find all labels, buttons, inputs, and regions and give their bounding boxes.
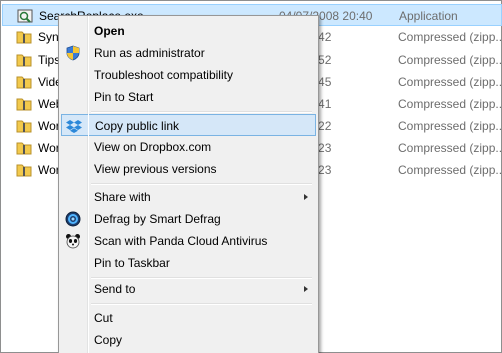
panda-icon <box>65 233 81 249</box>
file-type: Compressed (zipp... <box>398 163 502 177</box>
menu-separator <box>91 183 312 185</box>
uac-shield-icon <box>65 45 81 61</box>
dropbox-icon <box>66 118 82 134</box>
menu-item-copy-public-link[interactable]: Copy public link <box>61 114 316 136</box>
menu-item-copy[interactable]: Copy <box>61 329 316 351</box>
menu-separator <box>91 111 312 113</box>
file-type: Compressed (zipp... <box>398 119 502 133</box>
menu-item-open[interactable]: Open <box>61 20 316 42</box>
zip-folder-icon <box>16 96 32 112</box>
menu-item-label: Pin to Taskbar <box>94 256 170 270</box>
menu-item-label: Send to <box>94 282 136 296</box>
file-type: Compressed (zipp... <box>398 30 502 44</box>
context-menu: Open Run as administrator Troubleshoot c… <box>58 15 319 353</box>
file-type: Compressed (zipp... <box>398 53 502 67</box>
file-type: Application <box>399 9 458 23</box>
menu-item-pin-to-taskbar[interactable]: Pin to Taskbar <box>61 252 316 274</box>
menu-item-label: Run as administrator <box>94 46 205 60</box>
menu-item-defrag[interactable]: Defrag by Smart Defrag <box>61 208 316 230</box>
menu-item-label: Defrag by Smart Defrag <box>94 212 221 226</box>
zip-folder-icon <box>16 74 32 90</box>
zip-folder-icon <box>16 29 32 45</box>
menu-item-label: Share with <box>94 190 151 204</box>
smart-defrag-icon <box>65 211 81 227</box>
menu-item-run-as-admin[interactable]: Run as administrator <box>61 42 316 64</box>
file-type: Compressed (zipp... <box>398 141 502 155</box>
submenu-arrow-icon <box>304 194 308 200</box>
menu-item-view-on-dropbox[interactable]: View on Dropbox.com <box>61 136 316 158</box>
explorer-window: SearchReplace.exe 04/07/2008 20:40 Appli… <box>0 0 502 353</box>
menu-item-label: Scan with Panda Cloud Antivirus <box>94 234 268 248</box>
menu-item-label: Copy public link <box>95 119 180 133</box>
submenu-arrow-icon <box>304 286 308 292</box>
menu-item-label: Troubleshoot compatibility <box>94 68 233 82</box>
menu-item-label: View previous versions <box>94 162 217 176</box>
menu-item-scan-panda[interactable]: Scan with Panda Cloud Antivirus <box>61 230 316 252</box>
file-type: Compressed (zipp... <box>398 97 502 111</box>
menu-item-pin-to-start[interactable]: Pin to Start <box>61 86 316 108</box>
zip-folder-icon <box>16 162 32 178</box>
menu-item-label: View on Dropbox.com <box>94 140 212 154</box>
menu-separator <box>91 303 312 305</box>
menu-item-troubleshoot[interactable]: Troubleshoot compatibility <box>61 64 316 86</box>
zip-folder-icon <box>16 140 32 156</box>
menu-item-label: Open <box>94 24 125 38</box>
zip-folder-icon <box>16 52 32 68</box>
file-type: Compressed (zipp... <box>398 75 502 89</box>
menu-item-label: Cut <box>94 311 113 325</box>
zip-folder-icon <box>16 118 32 134</box>
menu-item-label: Pin to Start <box>94 90 154 104</box>
menu-item-share-with[interactable]: Share with <box>61 186 316 208</box>
menu-item-view-previous-versions[interactable]: View previous versions <box>61 158 316 180</box>
menu-item-label: Copy <box>94 333 123 347</box>
application-icon <box>17 8 33 24</box>
menu-item-send-to[interactable]: Send to <box>61 278 316 300</box>
menu-item-cut[interactable]: Cut <box>61 307 316 329</box>
